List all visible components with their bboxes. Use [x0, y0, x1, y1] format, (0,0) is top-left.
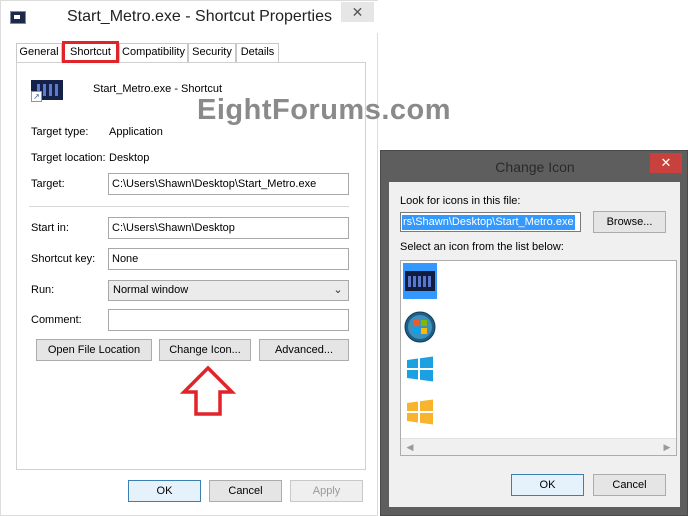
scroll-left-icon[interactable]: ◀ — [402, 439, 418, 455]
target-field[interactable]: C:\Users\Shawn\Desktop\Start_Metro.exe — [108, 173, 349, 195]
red-up-arrow-icon — [180, 365, 236, 416]
run-label: Run: — [31, 284, 55, 296]
comment-label: Comment: — [31, 314, 82, 326]
target-location-label: Target location: — [31, 152, 106, 164]
cancel-button[interactable]: Cancel — [209, 480, 282, 502]
ok-button[interactable]: OK — [128, 480, 201, 502]
separator — [29, 206, 349, 207]
windows8-logo-orange-icon[interactable] — [403, 394, 437, 430]
properties-titlebar: Start_Metro.exe - Shortcut Properties ✕ — [1, 1, 379, 33]
start-in-field[interactable]: C:\Users\Shawn\Desktop — [108, 217, 349, 239]
scroll-right-icon[interactable]: ▶ — [659, 439, 675, 455]
shortcut-arrow-icon: ↗ — [31, 91, 42, 102]
icon-file-path-input[interactable]: rs\Shawn\Desktop\Start_Metro.exe — [400, 212, 581, 232]
target-type-value: Application — [109, 126, 163, 138]
change-icon-body: Look for icons in this file: rs\Shawn\De… — [389, 182, 680, 507]
properties-title: Start_Metro.exe - Shortcut Properties — [67, 8, 332, 25]
apply-button[interactable]: Apply — [290, 480, 363, 502]
comment-field[interactable] — [108, 309, 349, 331]
tab-compatibility[interactable]: Compatibility — [119, 43, 188, 62]
browse-button[interactable]: Browse... — [593, 211, 666, 233]
target-label: Target: — [31, 178, 65, 190]
shortcut-key-label: Shortcut key: — [31, 253, 96, 265]
shortcut-properties-dialog: Start_Metro.exe - Shortcut Properties ✕ … — [0, 0, 379, 516]
select-icon-label: Select an icon from the list below: — [400, 241, 564, 253]
icon-list[interactable]: ◀ ▶ — [400, 260, 677, 456]
tab-details[interactable]: Details — [236, 43, 279, 62]
change-icon-title: Change Icon — [495, 159, 575, 175]
tab-general[interactable]: General — [16, 43, 62, 62]
properties-close-button[interactable]: ✕ — [341, 2, 374, 22]
icon-file-path-value: rs\Shawn\Desktop\Start_Metro.exe — [402, 215, 575, 230]
run-select[interactable]: Normal window ⌄ — [108, 280, 349, 301]
chevron-down-icon: ⌄ — [333, 284, 343, 296]
start-in-label: Start in: — [31, 222, 69, 234]
windows7-orb-icon[interactable] — [403, 309, 437, 345]
target-type-label: Target type: — [31, 126, 89, 138]
change-icon-dialog: Change Icon ✕ Look for icons in this fil… — [380, 150, 688, 516]
change-icon-button[interactable]: Change Icon... — [159, 339, 251, 361]
change-icon-cancel-button[interactable]: Cancel — [593, 474, 666, 496]
look-for-icons-label: Look for icons in this file: — [400, 195, 521, 207]
shortcut-key-field[interactable]: None — [108, 248, 349, 270]
change-icon-close-button[interactable]: ✕ — [650, 153, 682, 173]
watermark: EightForums.com — [197, 94, 452, 126]
tab-shortcut[interactable]: Shortcut — [62, 41, 119, 63]
run-select-value: Normal window — [113, 284, 189, 296]
advanced-button[interactable]: Advanced... — [259, 339, 349, 361]
target-location-value: Desktop — [109, 152, 150, 164]
app-icon — [10, 11, 26, 24]
horizontal-scrollbar[interactable]: ◀ ▶ — [401, 438, 676, 455]
metro-start-icon[interactable] — [403, 263, 437, 299]
windows8-logo-blue-icon[interactable] — [403, 351, 437, 387]
tab-security[interactable]: Security — [188, 43, 236, 62]
open-file-location-button[interactable]: Open File Location — [36, 339, 152, 361]
change-icon-ok-button[interactable]: OK — [511, 474, 584, 496]
